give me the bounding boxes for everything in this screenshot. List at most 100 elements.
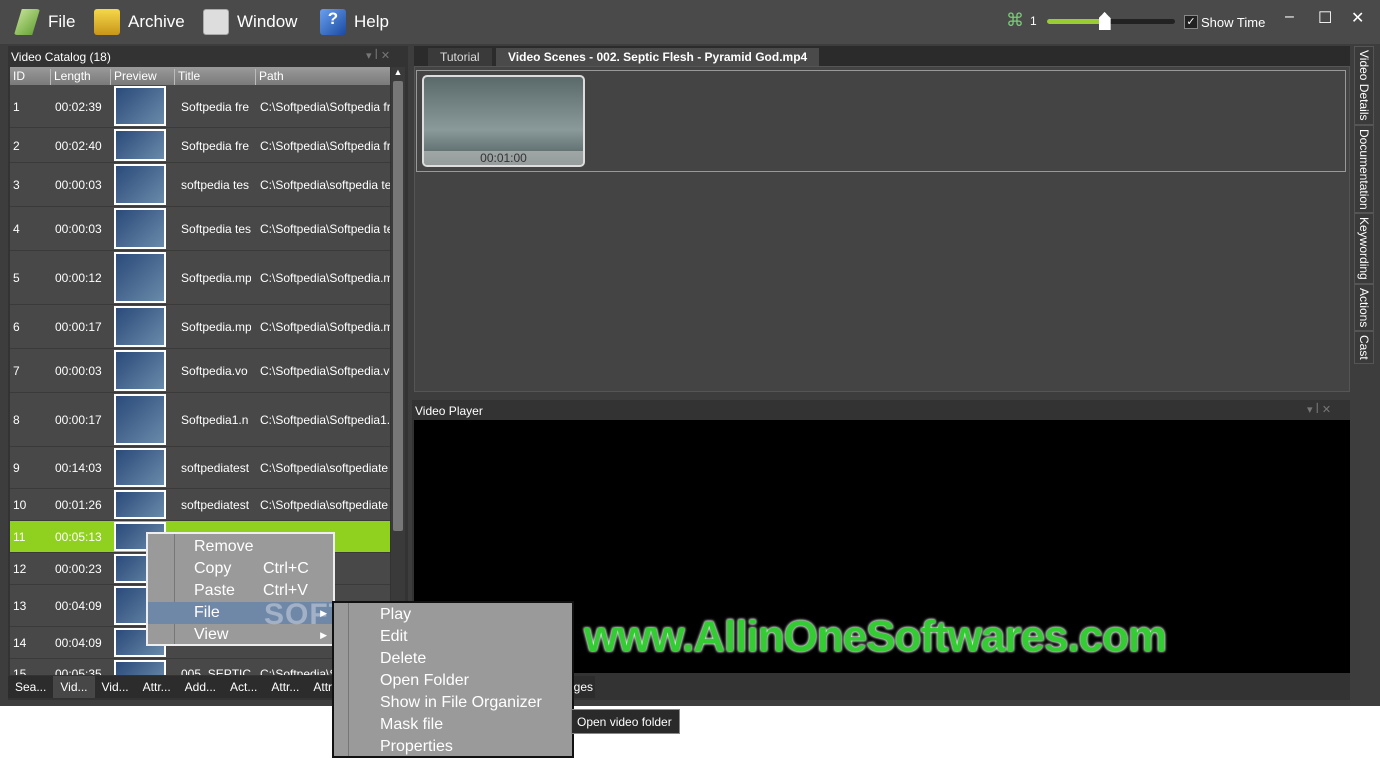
submenu-item-label: Edit bbox=[380, 628, 408, 645]
submenu-item[interactable]: Edit bbox=[334, 626, 572, 648]
cell-path: C:\Softpedia\softpediate bbox=[260, 461, 389, 475]
scroll-thumb[interactable] bbox=[393, 81, 403, 531]
side-tab[interactable]: Cast bbox=[1354, 331, 1374, 364]
context-menu-item[interactable]: Copy Ctrl+C bbox=[148, 558, 333, 580]
submenu-item[interactable]: Open Folder bbox=[334, 670, 572, 692]
menu-item-label: Remove bbox=[194, 538, 254, 555]
submenu-item-label: Mask file bbox=[380, 716, 444, 733]
scroll-up-icon[interactable]: ▲ bbox=[391, 67, 405, 81]
bottom-tab[interactable]: Vid... bbox=[94, 676, 136, 698]
table-row[interactable]: 10 00:01:26 softpediatest C:\Softpedia\soft… bbox=[10, 489, 390, 521]
table-row[interactable]: 4 00:00:03 Softpedia tes C:\Softpedia\Softp… bbox=[10, 207, 390, 251]
submenu-item[interactable]: Properties bbox=[334, 736, 572, 758]
cell-length: 00:00:17 bbox=[55, 320, 102, 334]
menu-archive[interactable]: Archive bbox=[94, 8, 185, 36]
cell-id: 2 bbox=[13, 138, 20, 153]
submenu-item[interactable]: Delete bbox=[334, 648, 572, 670]
file-submenu: Play Edit Delete Open Folder Show in File Or… bbox=[332, 601, 574, 758]
menu-help[interactable]: ? Help bbox=[320, 8, 389, 36]
zoom-control: ⌘ 1 bbox=[1006, 10, 1037, 31]
cell-length: 00:04:09 bbox=[55, 636, 102, 650]
context-menu-item[interactable]: Remove bbox=[148, 536, 333, 558]
side-tab[interactable]: Keywording bbox=[1354, 213, 1374, 284]
zoom-slider-fill bbox=[1047, 19, 1105, 24]
col-length[interactable]: Length bbox=[50, 69, 91, 85]
cell-id: 10 bbox=[13, 498, 27, 512]
archive-icon bbox=[94, 9, 120, 35]
zoom-slider-thumb[interactable] bbox=[1098, 12, 1111, 30]
tab-video-scenes[interactable]: Video Scenes - 002. Septic Flesh - Pyram… bbox=[496, 48, 820, 66]
bottom-tab[interactable]: Act... bbox=[223, 676, 265, 698]
cell-length: 00:00:12 bbox=[55, 271, 102, 285]
maximize-button[interactable]: ☐ bbox=[1318, 8, 1332, 28]
side-tab[interactable]: Video Details bbox=[1354, 46, 1374, 125]
file-icon bbox=[14, 9, 40, 35]
bottom-tab[interactable]: Attr... bbox=[264, 676, 307, 698]
window-icon bbox=[203, 9, 229, 35]
cell-title: 005. SEPTIC bbox=[181, 667, 251, 675]
cell-id: 13 bbox=[13, 599, 27, 613]
side-tab[interactable]: Actions bbox=[1354, 283, 1374, 332]
help-icon: ? bbox=[320, 9, 346, 35]
player-title: Video Player bbox=[415, 404, 483, 418]
menu-file[interactable]: File bbox=[14, 8, 75, 36]
tab-tutorial[interactable]: Tutorial bbox=[428, 48, 492, 66]
table-row[interactable]: 5 00:00:12 Softpedia.mp C:\Softpedia\Softpe… bbox=[10, 251, 390, 305]
cell-path: C:\Softpedia\Softpedia.m bbox=[260, 320, 390, 334]
cell-title: Softpedia tes bbox=[181, 222, 251, 236]
table-row[interactable]: 8 00:00:17 Softpedia1.n C:\Softpedia\Softpe… bbox=[10, 393, 390, 447]
submenu-item[interactable]: Show in File Organizer bbox=[334, 692, 572, 714]
bottom-tab[interactable]: Vid... bbox=[53, 676, 95, 698]
side-tab[interactable]: Documentation bbox=[1354, 124, 1374, 214]
col-preview[interactable]: Preview bbox=[110, 69, 157, 85]
scene-time: 00:01:00 bbox=[424, 151, 583, 165]
bottom-tab[interactable]: Add... bbox=[177, 676, 224, 698]
cell-title: Softpedia fre bbox=[181, 138, 250, 153]
cell-title: Softpedia.mp bbox=[181, 320, 251, 334]
cell-length: 00:05:35 bbox=[55, 667, 102, 675]
col-id[interactable]: ID bbox=[10, 69, 25, 85]
submenu-item-label: Show in File Organizer bbox=[380, 694, 542, 711]
table-row[interactable]: 6 00:00:17 Softpedia.mp C:\Softpedia\Softpe… bbox=[10, 305, 390, 349]
show-time-checkbox[interactable]: ✓ bbox=[1184, 15, 1198, 29]
zoom-slider[interactable] bbox=[1047, 12, 1175, 30]
table-row[interactable]: 7 00:00:03 Softpedia.vo C:\Softpedia\Softpe… bbox=[10, 349, 390, 393]
cell-length: 00:02:40 bbox=[55, 138, 102, 153]
cell-title: Softpedia.vo bbox=[181, 364, 248, 378]
minimize-button[interactable]: – bbox=[1285, 8, 1294, 26]
scene-thumbnail[interactable]: 00:01:00 bbox=[422, 75, 585, 167]
tooltip: Open video folder bbox=[571, 709, 680, 734]
menu-item-label: File bbox=[194, 604, 220, 621]
catalog-panel-controls[interactable]: ▾ ꟾ ✕ bbox=[366, 49, 390, 62]
player-panel-controls[interactable]: ▾ ꟾ ✕ bbox=[1307, 403, 1331, 416]
bottom-tab[interactable]: Attr... bbox=[135, 676, 178, 698]
cell-id: 7 bbox=[13, 364, 20, 378]
menu-item-label: Paste bbox=[194, 582, 235, 599]
cell-length: 00:00:03 bbox=[55, 178, 102, 192]
cell-id: 3 bbox=[13, 178, 20, 192]
menu-window[interactable]: Window bbox=[203, 8, 297, 36]
table-row[interactable]: 3 00:00:03 softpedia tes C:\Softpedia\softp… bbox=[10, 163, 390, 207]
cell-length: 00:00:03 bbox=[55, 364, 102, 378]
col-path[interactable]: Path bbox=[255, 69, 284, 85]
catalog-scrollbar[interactable]: ▲ bbox=[391, 67, 405, 675]
cell-length: 00:04:09 bbox=[55, 599, 102, 613]
preview-thumbnail bbox=[114, 306, 166, 347]
side-tabs: Video Details Documentation Keywording Acti… bbox=[1354, 46, 1374, 364]
submenu-item[interactable]: Play bbox=[334, 604, 572, 626]
col-title[interactable]: Title bbox=[174, 69, 200, 85]
cell-path: C:\Softpedia\Softpedia te bbox=[260, 222, 390, 236]
submenu-item[interactable]: Mask file bbox=[334, 714, 572, 736]
table-row[interactable]: 9 00:14:03 softpediatest C:\Softpedia\softp… bbox=[10, 447, 390, 489]
cell-length: 00:00:23 bbox=[55, 562, 102, 576]
cell-id: 6 bbox=[13, 320, 20, 334]
show-time-label: Show Time bbox=[1201, 15, 1266, 30]
table-row[interactable]: 1 00:02:39 Softpedia fre C:\Softpedia\Softp… bbox=[10, 85, 390, 128]
cell-length: 00:00:17 bbox=[55, 413, 102, 427]
close-button[interactable]: ✕ bbox=[1351, 8, 1364, 28]
catalog-bottom-tabs: Sea... Vid... Vid... Attr... Add... Act... Att… bbox=[8, 676, 349, 698]
table-row[interactable]: 2 00:02:40 Softpedia fre C:\Softpedia\Softp… bbox=[10, 128, 390, 163]
bottom-tab[interactable]: Sea... bbox=[8, 676, 54, 698]
cell-length: 00:01:26 bbox=[55, 498, 102, 512]
cell-id: 12 bbox=[13, 562, 27, 576]
